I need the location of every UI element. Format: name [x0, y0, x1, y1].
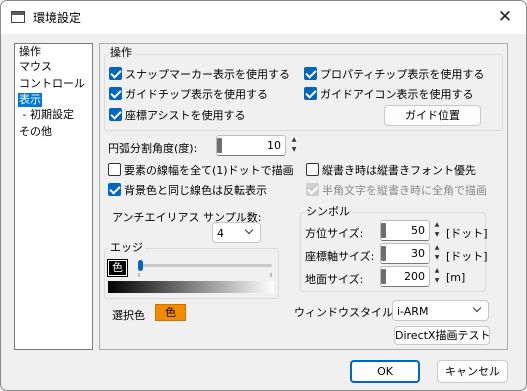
checkbox-property-tip[interactable]: プロパティチップ表示を使用する	[304, 66, 484, 81]
checkbox-box[interactable]	[306, 163, 319, 176]
arrow-down-icon[interactable]: ▼	[432, 230, 442, 240]
checkbox-box	[306, 183, 319, 196]
checkbox-label: ガイドアイコン表示を使用する	[320, 87, 474, 101]
checkbox-label: 要素の線幅を全て(1)ドットで描画	[124, 163, 294, 177]
axis-size-unit: [ドット]	[446, 250, 488, 263]
checkbox-box[interactable]	[108, 163, 121, 176]
edge-gradient-preview	[108, 281, 274, 293]
nav-item-control[interactable]: コントロール	[18, 77, 86, 91]
arc-division-spinner[interactable]: ▲ ▼	[289, 135, 299, 156]
nav-item-operation[interactable]: 操作	[18, 45, 42, 59]
arrow-up-icon[interactable]: ▲	[432, 266, 442, 276]
checkbox-guide-icon[interactable]: ガイドアイコン表示を使用する	[304, 86, 473, 101]
edge-slider-thumb[interactable]	[138, 260, 143, 271]
checkbox-box[interactable]	[109, 67, 122, 80]
cancel-button[interactable]: キャンセル	[437, 360, 508, 383]
spin-thumb[interactable]	[217, 138, 222, 153]
nav-item-initial-settings[interactable]: - 初期設定	[18, 108, 75, 122]
checkbox-label: 座標アシストを使用する	[125, 108, 246, 122]
directx-test-button[interactable]: DirectX描画テスト	[394, 326, 490, 345]
display-settings-panel: 操作 スナップマーカー表示を使用する プロパティチップ表示を使用する ガイドチッ…	[99, 43, 508, 350]
checkbox-box[interactable]	[109, 87, 122, 100]
checkbox-line-width-1dot[interactable]: 要素の線幅を全て(1)ドットで描画	[108, 162, 294, 177]
direction-size-input[interactable]: 50	[380, 220, 430, 241]
ground-size-spinner[interactable]: ▲ ▼	[432, 266, 442, 287]
checkbox-label: 半角文字を縦書き時に全角で描画	[322, 183, 487, 197]
antialias-samples-select[interactable]: 4	[212, 222, 261, 243]
ground-size-label: 地面サイズ:	[305, 273, 364, 286]
close-icon[interactable]: ✕	[496, 8, 514, 26]
spin-thumb[interactable]	[381, 246, 386, 261]
arrow-down-icon[interactable]: ▼	[432, 253, 442, 263]
edge-group-title: エッジ	[108, 241, 145, 254]
checkbox-box[interactable]	[304, 67, 317, 80]
direction-size-label: 方位サイズ:	[305, 227, 364, 240]
symbol-group-title: シンボル	[304, 205, 352, 218]
category-list[interactable]: 操作 マウス コントロール 表示 - 初期設定 その他	[14, 43, 93, 350]
direction-size-unit: [ドット]	[446, 227, 488, 240]
edge-slider-ticks	[138, 273, 272, 277]
arrow-up-icon[interactable]: ▲	[432, 220, 442, 230]
chevron-down-icon	[472, 303, 482, 313]
arrow-up-icon[interactable]: ▲	[289, 135, 299, 145]
spin-thumb[interactable]	[381, 269, 386, 284]
arrow-up-icon[interactable]: ▲	[432, 243, 442, 253]
arrow-down-icon[interactable]: ▼	[289, 145, 299, 155]
checkbox-label: ガイドチップ表示を使用する	[125, 87, 268, 101]
ground-size-value: 200	[404, 270, 425, 283]
edge-slider-track[interactable]	[138, 264, 272, 267]
axis-size-label: 座標軸サイズ:	[305, 250, 375, 263]
axis-size-value: 30	[411, 247, 425, 260]
window-icon	[11, 11, 25, 23]
selection-color-label: 選択色	[112, 309, 145, 322]
checkbox-snap-marker[interactable]: スナップマーカー表示を使用する	[109, 66, 290, 81]
selection-color-button[interactable]: 色	[155, 304, 186, 321]
checkbox-halfwidth-fullwidth: 半角文字を縦書き時に全角で描画	[306, 182, 487, 197]
direction-size-spinner[interactable]: ▲ ▼	[432, 220, 442, 241]
checkbox-label: スナップマーカー表示を使用する	[125, 67, 290, 81]
arrow-down-icon[interactable]: ▼	[432, 276, 442, 286]
direction-size-value: 50	[411, 224, 425, 237]
arc-division-value: 10	[267, 139, 281, 152]
nav-item-display[interactable]: 表示	[18, 93, 42, 107]
checkbox-guide-tip[interactable]: ガイドチップ表示を使用する	[109, 86, 268, 101]
edge-color-button[interactable]: 色	[107, 259, 128, 277]
chevron-down-icon	[244, 225, 254, 235]
ok-button[interactable]: OK	[350, 360, 420, 383]
nav-item-mouse[interactable]: マウス	[18, 60, 53, 74]
checkbox-box[interactable]	[109, 108, 122, 121]
arc-division-label: 円弧分割角度(度):	[108, 142, 198, 155]
checkbox-label: 縦書き時は縦書きフォント優先	[322, 163, 476, 177]
arc-division-input[interactable]: 10	[216, 135, 286, 156]
settings-dialog: 環境設定 ✕ 操作 マウス コントロール 表示 - 初期設定 その他 操作 スナ…	[0, 0, 527, 391]
antialias-samples-value: 4	[217, 227, 224, 240]
checkbox-box[interactable]	[108, 183, 121, 196]
ground-size-input[interactable]: 200	[380, 266, 430, 287]
window-title: 環境設定	[33, 11, 82, 25]
checkbox-vertical-font[interactable]: 縦書き時は縦書きフォント優先	[306, 162, 476, 177]
checkbox-box[interactable]	[304, 87, 317, 100]
title-bar[interactable]: 環境設定 ✕	[1, 1, 526, 34]
checkbox-label: プロパティチップ表示を使用する	[320, 67, 485, 81]
spin-thumb[interactable]	[381, 223, 386, 238]
window-style-value: i-ARM	[397, 305, 429, 318]
axis-size-input[interactable]: 30	[380, 243, 430, 264]
ground-size-unit: [m]	[446, 271, 466, 284]
guide-position-button[interactable]: ガイド位置	[384, 105, 481, 126]
axis-size-spinner[interactable]: ▲ ▼	[432, 243, 442, 264]
operation-group-title: 操作	[108, 46, 134, 59]
checkbox-coordinate-assist[interactable]: 座標アシストを使用する	[109, 107, 246, 122]
checkbox-label: 背景色と同じ線色は反転表示	[124, 183, 267, 197]
checkbox-invert-bg-color[interactable]: 背景色と同じ線色は反転表示	[108, 182, 267, 197]
nav-item-other[interactable]: その他	[18, 125, 53, 139]
window-style-label: ウィンドウスタイル:	[294, 306, 397, 319]
window-style-select[interactable]: i-ARM	[392, 300, 489, 321]
